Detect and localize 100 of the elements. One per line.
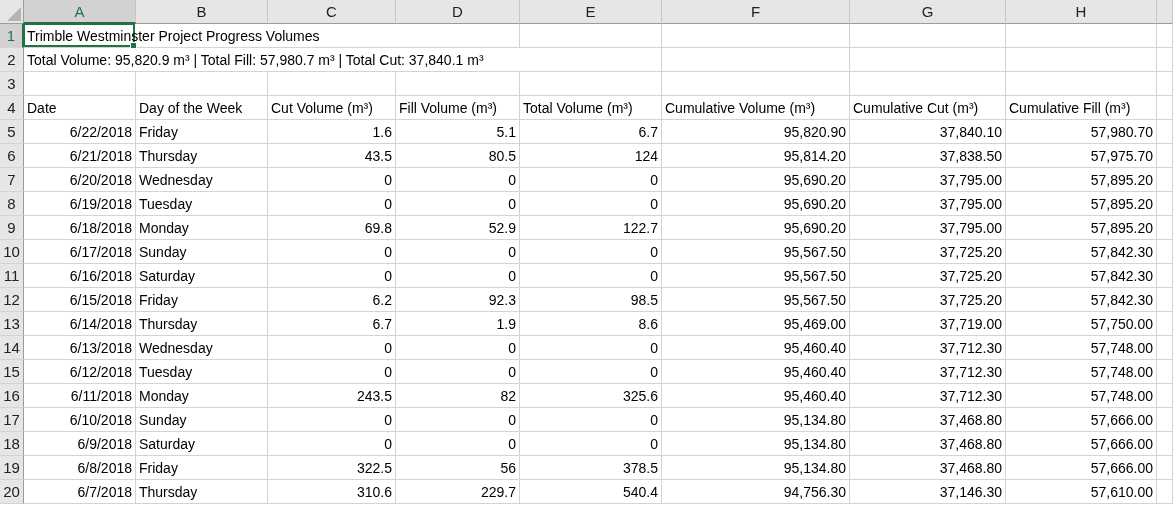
table-cell: 0: [396, 168, 520, 192]
table-cell: Monday: [136, 384, 268, 408]
row-header[interactable]: 17: [0, 408, 24, 432]
table-cell: 0: [396, 264, 520, 288]
column-header[interactable]: E: [520, 0, 662, 24]
table-cell: 540.4: [520, 480, 662, 504]
empty-cell: [1157, 288, 1173, 312]
table-cell: 95,469.00: [662, 312, 850, 336]
empty-cell: [1157, 192, 1173, 216]
empty-cell: [1157, 72, 1173, 96]
table-cell: 95,460.40: [662, 384, 850, 408]
column-header[interactable]: D: [396, 0, 520, 24]
select-all-corner[interactable]: [0, 0, 24, 24]
table-cell: Monday: [136, 216, 268, 240]
table-cell: 37,840.10: [850, 120, 1006, 144]
column-heading: Cumulative Cut (m³): [850, 96, 1006, 120]
table-cell: 37,795.00: [850, 168, 1006, 192]
table-cell: Sunday: [136, 408, 268, 432]
row-header[interactable]: 8: [0, 192, 24, 216]
table-cell: 6/17/2018: [24, 240, 136, 264]
empty-cell: [1157, 216, 1173, 240]
row-header[interactable]: 2: [0, 48, 24, 72]
table-cell: 57,980.70: [1006, 120, 1157, 144]
row-header[interactable]: 12: [0, 288, 24, 312]
triangle-icon: [7, 7, 21, 21]
table-cell: 0: [396, 432, 520, 456]
column-header[interactable]: F: [662, 0, 850, 24]
table-cell: 57,895.20: [1006, 192, 1157, 216]
row-header[interactable]: 20: [0, 480, 24, 504]
table-cell: Friday: [136, 456, 268, 480]
table-cell: 57,842.30: [1006, 288, 1157, 312]
empty-cell: [1157, 120, 1173, 144]
table-cell: 95,690.20: [662, 192, 850, 216]
table-cell: 6/21/2018: [24, 144, 136, 168]
table-cell: 95,567.50: [662, 264, 850, 288]
row-header[interactable]: 6: [0, 144, 24, 168]
table-cell: Thursday: [136, 144, 268, 168]
table-cell: Saturday: [136, 432, 268, 456]
table-cell: 57,842.30: [1006, 264, 1157, 288]
row-header[interactable]: 4: [0, 96, 24, 120]
empty-cell: [1157, 456, 1173, 480]
table-cell: 243.5: [268, 384, 396, 408]
column-heading: Fill Volume (m³): [396, 96, 520, 120]
row-header[interactable]: 5: [0, 120, 24, 144]
table-cell: 6/10/2018: [24, 408, 136, 432]
table-cell: Thursday: [136, 312, 268, 336]
table-cell: 0: [520, 192, 662, 216]
table-cell: 43.5: [268, 144, 396, 168]
table-cell: 92.3: [396, 288, 520, 312]
table-cell: 310.6: [268, 480, 396, 504]
table-cell: 37,468.80: [850, 432, 1006, 456]
table-cell: 57,666.00: [1006, 408, 1157, 432]
table-cell: 94,756.30: [662, 480, 850, 504]
table-cell: 6/15/2018: [24, 288, 136, 312]
table-cell: 95,820.90: [662, 120, 850, 144]
empty-cell: [1157, 384, 1173, 408]
row-header[interactable]: 16: [0, 384, 24, 408]
table-cell: 0: [268, 240, 396, 264]
column-heading: Cut Volume (m³): [268, 96, 396, 120]
table-cell: 37,725.20: [850, 264, 1006, 288]
table-cell: 37,838.50: [850, 144, 1006, 168]
column-heading: Date: [24, 96, 136, 120]
table-cell: Wednesday: [136, 168, 268, 192]
table-cell: 57,895.20: [1006, 168, 1157, 192]
table-cell: 6.7: [268, 312, 396, 336]
table-cell: Tuesday: [136, 360, 268, 384]
row-header[interactable]: 13: [0, 312, 24, 336]
row-header[interactable]: 1: [0, 24, 24, 48]
row-header[interactable]: 9: [0, 216, 24, 240]
column-header[interactable]: H: [1006, 0, 1157, 24]
table-cell: 6.7: [520, 120, 662, 144]
table-cell: 1.9: [396, 312, 520, 336]
table-cell: 0: [268, 264, 396, 288]
column-heading: Cumulative Fill (m³): [1006, 96, 1157, 120]
row-header[interactable]: 3: [0, 72, 24, 96]
row-header[interactable]: 7: [0, 168, 24, 192]
table-cell: 80.5: [396, 144, 520, 168]
empty-cell: [1157, 480, 1173, 504]
table-cell: Friday: [136, 288, 268, 312]
row-header[interactable]: 18: [0, 432, 24, 456]
table-cell: 57,748.00: [1006, 360, 1157, 384]
sheet-title: Total Volume: 95,820.9 m³ | Total Fill: 57,980.7 m³ | Total Cut: 37,840.1 m³: [27, 52, 484, 68]
table-cell: 0: [520, 408, 662, 432]
table-cell: 6/8/2018: [24, 456, 136, 480]
table-cell: 37,725.20: [850, 288, 1006, 312]
column-header[interactable]: G: [850, 0, 1006, 24]
row-header[interactable]: 15: [0, 360, 24, 384]
table-cell: 6/18/2018: [24, 216, 136, 240]
column-header[interactable]: [1157, 0, 1173, 24]
table-cell: 0: [520, 336, 662, 360]
column-header[interactable]: A: [24, 0, 136, 24]
row-header[interactable]: 19: [0, 456, 24, 480]
row-header[interactable]: 14: [0, 336, 24, 360]
table-cell: 6/20/2018: [24, 168, 136, 192]
row-header[interactable]: 10: [0, 240, 24, 264]
column-header[interactable]: C: [268, 0, 396, 24]
table-cell: 37,795.00: [850, 216, 1006, 240]
table-cell: 57,842.30: [1006, 240, 1157, 264]
row-header[interactable]: 11: [0, 264, 24, 288]
column-header[interactable]: B: [136, 0, 268, 24]
